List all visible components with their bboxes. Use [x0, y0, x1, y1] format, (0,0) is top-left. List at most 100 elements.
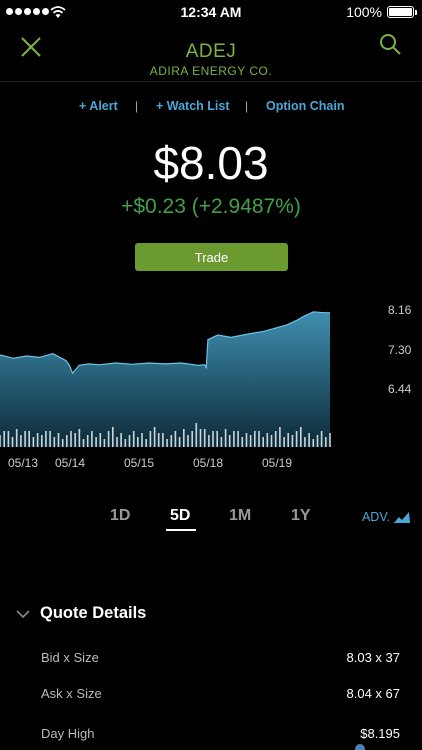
- volume-bar: [295, 431, 298, 447]
- volume-bar: [212, 431, 214, 447]
- volume-bar: [195, 423, 198, 447]
- volume-bar: [141, 433, 143, 447]
- volume-bar: [103, 439, 106, 447]
- search-icon[interactable]: [378, 32, 402, 56]
- volume-bar: [124, 439, 127, 447]
- quote-details-toggle[interactable]: Quote Details: [16, 604, 146, 623]
- volume-bar: [308, 433, 310, 447]
- volume-bar: [61, 439, 64, 447]
- volume-bar: [312, 439, 315, 447]
- volume-bar: [241, 437, 244, 447]
- volume-bar: [32, 437, 35, 447]
- volume-bar: [91, 431, 93, 447]
- volume-bar: [120, 433, 122, 447]
- volume-bar: [49, 431, 51, 447]
- price-area: [0, 311, 330, 447]
- volume-bar: [45, 431, 47, 447]
- volume-bar: [7, 431, 10, 447]
- volume-bar: [132, 431, 135, 447]
- volume-bar: [162, 433, 164, 447]
- volume-bar: [283, 437, 285, 447]
- detail-row-day-high: Day High $8.195: [0, 726, 422, 746]
- volume-bar: [203, 429, 206, 447]
- last-price: $8.03: [153, 137, 269, 189]
- volume-bar: [187, 435, 189, 447]
- volume-bar: [74, 433, 76, 447]
- volume-bar: [57, 433, 60, 447]
- detail-label: Bid x Size: [41, 650, 99, 665]
- battery-icon: [387, 6, 417, 18]
- volume-bar: [287, 433, 289, 447]
- volume-bar: [20, 435, 22, 447]
- volume-bar: [258, 431, 260, 447]
- volume-bar: [53, 437, 56, 447]
- volume-bar: [183, 429, 185, 447]
- volume-bar: [316, 435, 319, 447]
- detail-label: Ask x Size: [41, 686, 102, 701]
- volume-bar: [262, 437, 264, 447]
- volume-bar: [220, 437, 223, 447]
- volume-bar: [128, 435, 131, 447]
- volume-bar: [78, 429, 81, 447]
- volume-bar: [28, 431, 30, 447]
- volume-bar: [245, 433, 248, 447]
- selected-range-underline: [166, 529, 196, 531]
- volume-bar: [116, 437, 118, 447]
- volume-bar: [279, 427, 281, 447]
- trade-button[interactable]: Trade: [135, 243, 288, 271]
- price-change: +$0.23 (+2.9487%): [121, 195, 301, 218]
- x-tick-label: 05/18: [193, 456, 223, 470]
- status-bar: 12:34 AM 100%: [0, 0, 422, 24]
- volume-bar: [86, 435, 89, 447]
- volume-bar: [249, 435, 252, 447]
- range-tab-1m[interactable]: 1M: [229, 507, 251, 525]
- volume-bar: [112, 427, 114, 447]
- volume-bar: [41, 435, 43, 447]
- quote-details-title: Quote Details: [40, 604, 147, 622]
- volume-bar: [178, 437, 181, 447]
- volume-bar: [0, 435, 1, 447]
- price-chart[interactable]: 8.16 7.30 6.44 05/13 05/14 05/15 05/18 05/19: [0, 295, 422, 480]
- volume-bar: [36, 433, 39, 447]
- company-name: ADIRA ENERGY CO.: [149, 64, 273, 78]
- volume-bar: [11, 437, 14, 447]
- detail-value: 8.04 x 67: [346, 686, 401, 701]
- volume-bar: [145, 439, 147, 447]
- volume-bar: [66, 435, 68, 447]
- volume-bar: [191, 431, 193, 447]
- volume-bar: [224, 429, 227, 447]
- volume-bar: [15, 429, 18, 447]
- range-tab-5d[interactable]: 5D: [170, 507, 190, 525]
- volume-bar: [291, 435, 294, 447]
- detail-value: $8.195: [360, 726, 400, 741]
- volume-bar: [166, 439, 168, 447]
- volume-bar: [24, 431, 26, 447]
- volume-bar: [216, 431, 218, 447]
- advanced-chart-button[interactable]: ADV.: [362, 510, 410, 524]
- action-links: + Alert | + Watch List | Option Chain: [0, 99, 422, 117]
- volume-bar: [170, 435, 173, 447]
- volume-bar: [82, 439, 85, 447]
- range-tab-1d[interactable]: 1D: [110, 507, 130, 525]
- volume-bar: [300, 427, 302, 447]
- x-tick-label: 05/13: [8, 456, 38, 470]
- separator: |: [135, 99, 139, 113]
- option-chain-link[interactable]: Option Chain: [266, 99, 344, 113]
- volume-bar: [254, 431, 256, 447]
- volume-bar: [157, 433, 160, 447]
- detail-row-ask: Ask x Size 8.04 x 67: [0, 686, 422, 706]
- advanced-chart-icon: [394, 512, 410, 523]
- volume-bar: [199, 429, 202, 447]
- volume-bar: [233, 431, 235, 447]
- detail-value: 8.03 x 37: [346, 650, 401, 665]
- add-watch-list-link[interactable]: + Watch List: [156, 99, 230, 113]
- ticker-symbol: ADEJ: [185, 41, 237, 62]
- time-range-selector: 1D 5D 1M 1Y ADV.: [0, 507, 422, 537]
- range-tab-1y[interactable]: 1Y: [291, 507, 311, 525]
- volume-bar: [95, 437, 97, 447]
- volume-bar: [304, 437, 306, 447]
- add-alert-link[interactable]: + Alert: [79, 99, 118, 113]
- chevron-down-icon: [16, 609, 30, 618]
- detail-label: Day High: [41, 726, 95, 741]
- x-tick-label: 05/14: [55, 456, 85, 470]
